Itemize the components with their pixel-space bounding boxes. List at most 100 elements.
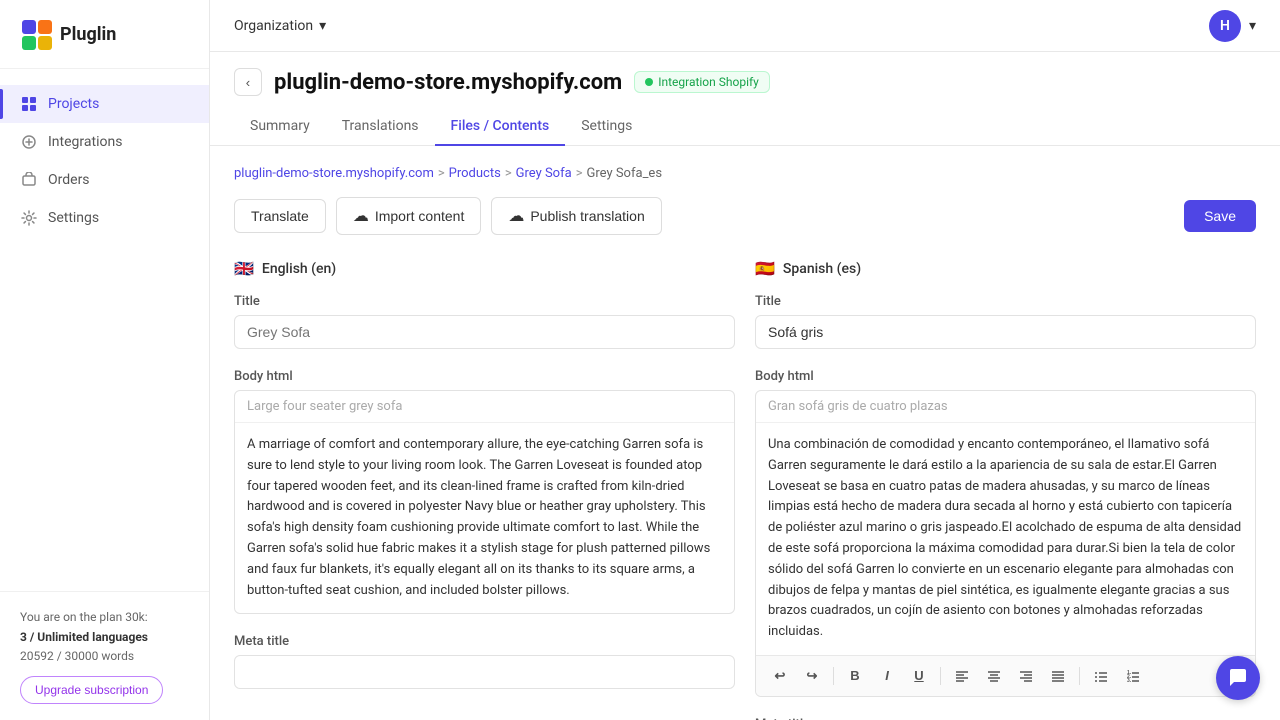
project-tabs: Summary Translations Files / Contents Se… (234, 108, 1256, 145)
align-right-button[interactable] (1012, 662, 1040, 690)
sidebar-item-label: Integrations (48, 134, 122, 150)
spanish-header: 🇪🇸 Spanish (es) (755, 259, 1256, 278)
bold-button[interactable]: B (841, 662, 869, 690)
spanish-lang-label: Spanish (es) (783, 261, 861, 277)
english-meta-input[interactable] (234, 655, 735, 689)
tab-files[interactable]: Files / Contents (435, 108, 566, 146)
tab-settings[interactable]: Settings (565, 108, 648, 146)
import-cloud-icon: ☁ (353, 206, 369, 226)
integration-label: Integration Shopify (658, 75, 759, 89)
english-body-group: Body html Large four seater grey sofa A … (234, 369, 735, 614)
english-body-placeholder: Large four seater grey sofa (235, 391, 734, 423)
list-bullet-button[interactable] (1087, 662, 1115, 690)
org-selector[interactable]: Organization ▾ (234, 18, 326, 34)
breadcrumb-product[interactable]: Grey Sofa (516, 166, 572, 181)
spanish-body-label: Body html (755, 369, 1256, 384)
breadcrumb-sep-3: > (576, 166, 583, 181)
integration-badge: Integration Shopify (634, 71, 770, 93)
topbar: Organization ▾ H ▾ (210, 0, 1280, 52)
justify-button[interactable] (1044, 662, 1072, 690)
english-title-group: Title (234, 294, 735, 349)
breadcrumb-sep-1: > (438, 166, 445, 181)
publish-label: Publish translation (530, 208, 644, 224)
sidebar-item-label: Orders (48, 172, 90, 188)
sidebar-item-integrations[interactable]: Integrations (0, 123, 209, 161)
list-ordered-button[interactable]: 1.2.3. (1119, 662, 1147, 690)
logo-icon (20, 18, 52, 50)
project-header: ‹ pluglin-demo-store.myshopify.com Integ… (210, 52, 1280, 146)
english-title-input[interactable] (234, 315, 735, 349)
translate-button[interactable]: Translate (234, 199, 326, 233)
sidebar-item-label: Settings (48, 210, 99, 226)
svg-text:3.: 3. (1127, 678, 1132, 683)
publish-cloud-icon: ☁ (508, 206, 524, 226)
tab-summary[interactable]: Summary (234, 108, 326, 146)
avatar[interactable]: H (1209, 10, 1241, 42)
breadcrumb-products[interactable]: Products (449, 166, 501, 181)
english-flag: 🇬🇧 (234, 259, 254, 278)
breadcrumb: pluglin-demo-store.myshopify.com > Produ… (234, 166, 1256, 181)
publish-button[interactable]: ☁ Publish translation (491, 197, 661, 235)
user-chevron-icon: ▾ (1249, 18, 1256, 34)
sidebar-item-projects[interactable]: Projects (0, 85, 209, 123)
sidebar-nav: Projects Integrations Orders Settings (0, 69, 209, 591)
align-center-button[interactable] (980, 662, 1008, 690)
spanish-body-wrapper: Gran sofá gris de cuatro plazas Una comb… (755, 390, 1256, 697)
italic-button[interactable]: I (873, 662, 901, 690)
topbar-left: Organization ▾ (234, 18, 326, 34)
spanish-title-input[interactable] (755, 315, 1256, 349)
breadcrumb-store[interactable]: pluglin-demo-store.myshopify.com (234, 166, 434, 181)
chat-button[interactable] (1216, 656, 1260, 700)
english-column: 🇬🇧 English (en) Title Body html Large fo… (234, 259, 735, 720)
import-button[interactable]: ☁ Import content (336, 197, 482, 235)
english-meta-label: Meta title (234, 634, 735, 649)
spanish-body-group: Body html Gran sofá gris de cuatro plaza… (755, 369, 1256, 697)
plan-words: 20592 / 30000 words (20, 647, 189, 666)
languages-strong: 3 / Unlimited languages (20, 630, 148, 644)
action-row: Translate ☁ Import content ☁ Publish tra… (234, 197, 1256, 235)
upgrade-button[interactable]: Upgrade subscription (20, 676, 163, 704)
english-body-text: A marriage of comfort and contemporary a… (235, 423, 734, 613)
sidebar-item-orders[interactable]: Orders (0, 161, 209, 199)
spanish-body-toolbar: ↩ ↪ B I U (756, 655, 1255, 696)
language-columns: 🇬🇧 English (en) Title Body html Large fo… (234, 259, 1256, 720)
sidebar-item-label: Projects (48, 96, 99, 112)
projects-icon (20, 95, 38, 113)
english-lang-label: English (en) (262, 261, 336, 277)
toolbar-separator-1 (833, 667, 834, 685)
save-button[interactable]: Save (1184, 200, 1256, 232)
sidebar-footer: You are on the plan 30k: 3 / Unlimited l… (0, 591, 209, 720)
org-chevron-icon: ▾ (319, 18, 326, 34)
sidebar-item-settings[interactable]: Settings (0, 199, 209, 237)
breadcrumb-current: Grey Sofa_es (587, 166, 663, 181)
breadcrumb-sep-2: > (505, 166, 512, 181)
orders-icon (20, 171, 38, 189)
english-body-wrapper: Large four seater grey sofa A marriage o… (234, 390, 735, 614)
topbar-right: H ▾ (1209, 10, 1256, 42)
toolbar-separator-2 (940, 667, 941, 685)
integrations-icon (20, 133, 38, 151)
back-button[interactable]: ‹ (234, 68, 262, 96)
import-label: Import content (375, 208, 465, 224)
underline-button[interactable]: U (905, 662, 933, 690)
content-area: ‹ pluglin-demo-store.myshopify.com Integ… (210, 52, 1280, 720)
align-left-button[interactable] (948, 662, 976, 690)
undo-button[interactable]: ↩ (766, 662, 794, 690)
redo-button[interactable]: ↪ (798, 662, 826, 690)
english-title-label: Title (234, 294, 735, 309)
tab-translations[interactable]: Translations (326, 108, 435, 146)
spanish-body-text: Una combinación de comodidad y encanto c… (756, 423, 1255, 655)
project-title: pluglin-demo-store.myshopify.com (274, 70, 622, 95)
plan-text: You are on the plan 30k: (20, 608, 189, 627)
logo: Pluglin (0, 0, 209, 69)
translate-label: Translate (251, 208, 309, 224)
sidebar: Pluglin Projects Integrations Orders Set… (0, 0, 210, 720)
org-label: Organization (234, 18, 313, 34)
main-area: Organization ▾ H ▾ ‹ pluglin-demo-store.… (210, 0, 1280, 720)
english-body-label: Body html (234, 369, 735, 384)
integration-status-dot (645, 78, 653, 86)
plan-languages: 3 / Unlimited languages (20, 628, 189, 647)
spanish-flag: 🇪🇸 (755, 259, 775, 278)
spanish-body-placeholder: Gran sofá gris de cuatro plazas (756, 391, 1255, 423)
translation-content: pluglin-demo-store.myshopify.com > Produ… (210, 146, 1280, 720)
